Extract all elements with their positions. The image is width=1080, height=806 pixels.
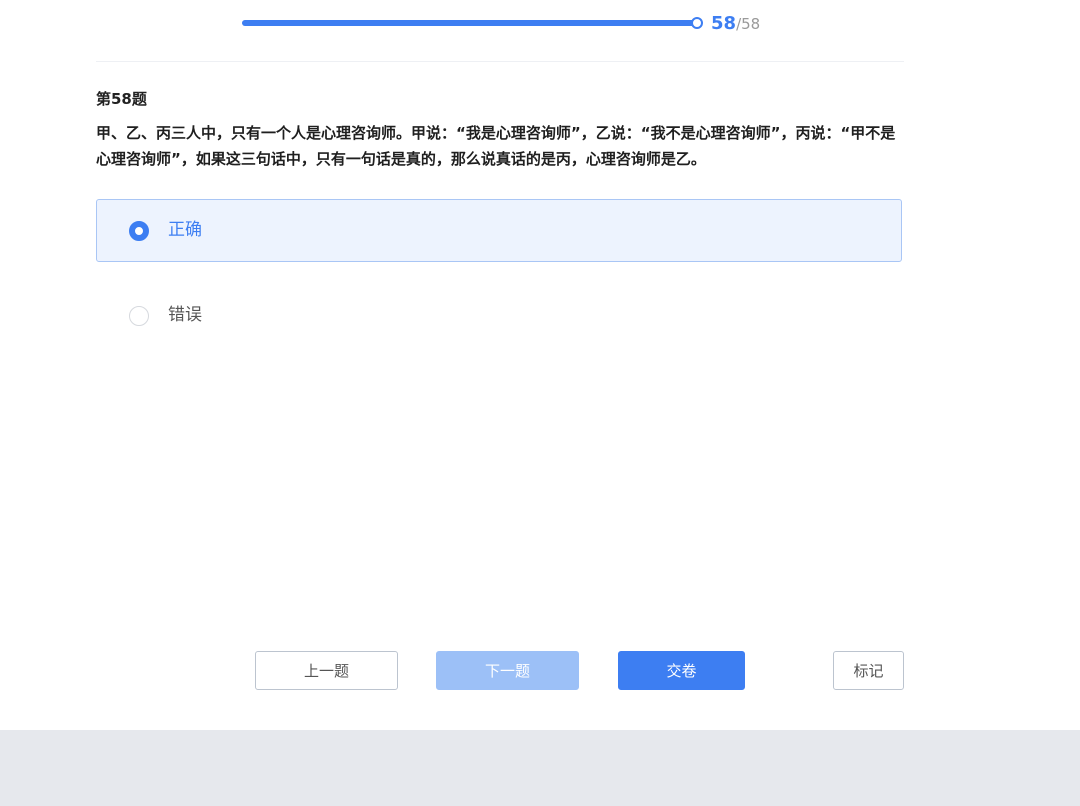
option-wrong[interactable]: 错误 [96, 284, 902, 347]
progress-current: 58 [711, 13, 737, 34]
previous-question-button[interactable]: 上一题 [255, 651, 398, 690]
progress-fill [242, 20, 697, 26]
progress-knob [691, 17, 703, 29]
option-correct[interactable]: 正确 [96, 199, 902, 262]
progress-track [242, 17, 703, 29]
question-number: 第58题 [96, 90, 147, 108]
mark-question-button[interactable]: 标记 [833, 651, 904, 690]
radio-checked-icon[interactable] [129, 221, 149, 241]
submit-exam-button[interactable]: 交卷 [618, 651, 745, 690]
next-question-button[interactable]: 下一题 [436, 651, 579, 690]
bottom-bar [0, 730, 1080, 806]
radio-unchecked-icon[interactable] [129, 306, 149, 326]
exam-page: 58/58 第58题 甲、乙、丙三人中，只有一个人是心理咨询师。甲说：“我是心理… [0, 0, 1080, 806]
header-divider [96, 61, 904, 62]
option-label: 正确 [168, 220, 202, 240]
progress-total: 58 [741, 15, 761, 33]
question-text: 甲、乙、丙三人中，只有一个人是心理咨询师。甲说：“我是心理咨询师”，乙说：“我不… [96, 124, 896, 168]
progress-indicator: 58/58 [242, 12, 802, 36]
progress-counter: 58/58 [711, 12, 760, 36]
option-label: 错误 [168, 305, 202, 325]
